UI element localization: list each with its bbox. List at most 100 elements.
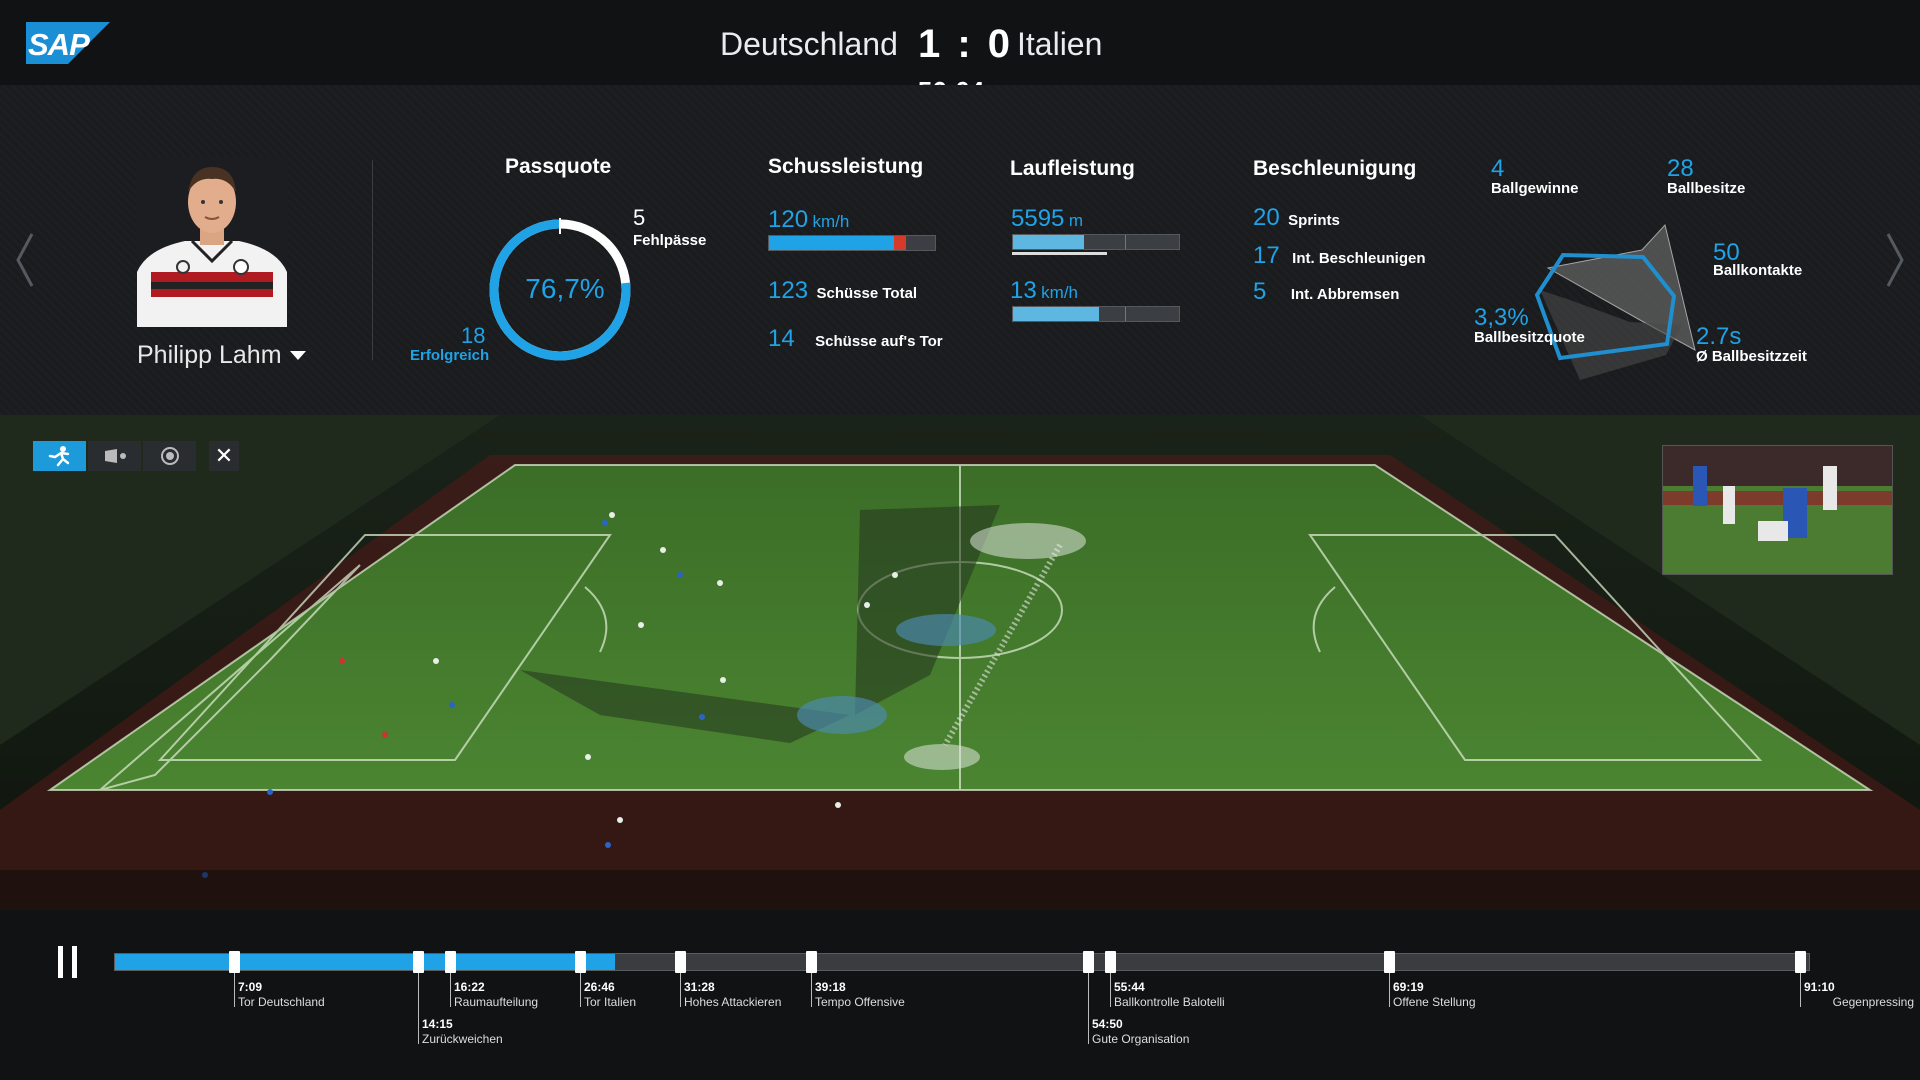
timeline-event-time: 69:19 xyxy=(1393,980,1424,994)
shots-total-label: Schüsse Total xyxy=(816,285,918,302)
timeline-event-label: Offene Stellung xyxy=(1393,995,1476,1009)
shot-speed-bar-max xyxy=(894,236,906,250)
accelerations-value: 17 xyxy=(1253,242,1280,269)
shots-total-value: 123 xyxy=(768,277,809,304)
ball-contacts-label: Ballkontakte xyxy=(1713,262,1803,279)
distance-bar xyxy=(1012,234,1180,250)
timeline-event-handle[interactable] xyxy=(1083,951,1094,973)
possession-rate-value: 3,3% xyxy=(1474,304,1529,331)
shot-speed-readout: 120 km/h xyxy=(768,206,849,234)
previous-player-arrow-icon[interactable] xyxy=(14,230,36,290)
shots-total-row: 123 Schüsse Total xyxy=(768,277,917,305)
timeline-event-handle[interactable] xyxy=(413,951,424,973)
camera-thumbnail[interactable] xyxy=(1662,445,1893,575)
distance-value: 5595 xyxy=(1011,205,1065,232)
failed-passes-label: Fehlpässe xyxy=(633,232,707,249)
divider xyxy=(372,160,373,360)
laufleistung-title: Laufleistung xyxy=(1010,157,1135,180)
accelerations-label: Int. Beschleunigen xyxy=(1292,250,1426,267)
timeline-event-time: 31:28 xyxy=(684,980,715,994)
run-speed-unit: km/h xyxy=(1041,283,1078,302)
timeline-event-handle[interactable] xyxy=(229,951,240,973)
timeline-event-handle[interactable] xyxy=(1105,951,1116,973)
target-view-tab[interactable] xyxy=(143,441,196,471)
distance-readout: 5595 m xyxy=(1011,205,1083,233)
shots-on-goal-row: 14 Schüsse auf's Tor xyxy=(768,325,943,353)
decelerations-row: 5 Int. Abbremsen xyxy=(1253,278,1399,306)
run-speed-readout: 13 km/h xyxy=(1010,277,1078,305)
app: SAP Deutschland 1 : 0 Italien 56:04 xyxy=(0,0,1920,1080)
player-photo xyxy=(137,157,287,327)
pause-icon xyxy=(58,946,63,978)
view-mode-tabs xyxy=(33,441,196,471)
shot-speed-bar-fill xyxy=(769,236,894,250)
distance-unit: m xyxy=(1068,211,1084,230)
possession-rate-label: Ballbesitzquote xyxy=(1474,329,1585,346)
distance-bar-fill xyxy=(1013,235,1084,249)
sprints-row: 20 Sprints xyxy=(1253,204,1340,232)
timeline-progress xyxy=(115,954,615,970)
timeline-event-label: Gegenpressing xyxy=(1832,995,1914,1009)
player-name-selector[interactable]: Philipp Lahm xyxy=(137,341,282,370)
avg-possession-time-value: 2.7s xyxy=(1696,323,1742,350)
away-team-name: Italien xyxy=(1017,26,1103,62)
sap-logo-text: SAP xyxy=(28,27,90,62)
shot-speed-bar xyxy=(768,235,936,251)
timeline-event-handle[interactable] xyxy=(1795,951,1806,973)
successful-passes-label: Erfolgreich xyxy=(410,347,490,364)
timeline-event-label: Tor Italien xyxy=(584,995,637,1009)
possessions-label: Ballbesitze xyxy=(1667,180,1746,197)
shots-on-goal-label: Schüsse auf's Tor xyxy=(815,333,943,350)
ball-recoveries-value: 4 xyxy=(1491,155,1505,182)
failed-passes-count: 5 xyxy=(633,205,646,230)
passquote-title: Passquote xyxy=(505,155,612,178)
timeline-event-handle[interactable] xyxy=(575,951,586,973)
timeline-event-label: Gute Organisation xyxy=(1092,1032,1190,1046)
camera-icon xyxy=(104,449,126,463)
run-speed-value: 13 xyxy=(1010,277,1037,304)
timeline-event-label: Ballkontrolle Balotelli xyxy=(1114,995,1225,1009)
player-view-tab[interactable] xyxy=(33,441,86,471)
timeline-event-label: Tor Deutschland xyxy=(238,995,325,1009)
home-team-name: Deutschland xyxy=(720,26,898,62)
pitch-video-view[interactable]: ✕ xyxy=(0,415,1920,910)
sprints-label: Sprints xyxy=(1288,212,1340,229)
match-timeline: 7:09 Tor Deutschland 14:15 Zurückweichen 16:… xyxy=(0,910,1920,1080)
next-player-arrow-icon[interactable] xyxy=(1884,230,1906,290)
shot-speed-value: 120 xyxy=(768,206,809,233)
pause-button[interactable] xyxy=(58,946,80,978)
ball-recoveries-label: Ballgewinne xyxy=(1491,180,1579,197)
match-score: 1 : 0 xyxy=(918,22,1014,66)
player-stats-panel: Philipp Lahm Passquote 76,7% 5 Fehlpässe… xyxy=(0,85,1920,415)
timeline-event-time: 16:22 xyxy=(454,980,485,994)
avg-possession-time-label: Ø Ballbesitzzeit xyxy=(1696,348,1807,365)
timeline-event-handle[interactable] xyxy=(806,951,817,973)
camera-view-tab[interactable] xyxy=(88,441,141,471)
sap-logo: SAP xyxy=(26,22,110,64)
decelerations-label: Int. Abbremsen xyxy=(1290,286,1400,303)
timeline-event-time: 55:44 xyxy=(1114,980,1145,994)
close-button[interactable]: ✕ xyxy=(209,441,239,471)
timeline-event-time: 39:18 xyxy=(815,980,846,994)
passquote-percent: 76,7% xyxy=(525,273,605,304)
timeline-event-label: Hohes Attackieren xyxy=(684,995,782,1009)
sprints-value: 20 xyxy=(1253,204,1280,231)
timeline-event-time: 54:50 xyxy=(1092,1017,1123,1031)
timeline-scrubber[interactable] xyxy=(114,953,1810,971)
chevron-down-icon[interactable] xyxy=(290,351,306,360)
timeline-event-time: 14:15 xyxy=(422,1017,453,1031)
timeline-event-label: Raumaufteilung xyxy=(454,995,539,1009)
run-speed-bar-fill xyxy=(1013,307,1099,321)
shots-on-goal-value: 14 xyxy=(768,325,795,352)
run-speed-bar xyxy=(1012,306,1180,322)
timeline-event-time: 26:46 xyxy=(584,980,615,994)
timeline-event-handle[interactable] xyxy=(1384,951,1395,973)
shot-speed-unit: km/h xyxy=(812,212,850,231)
timeline-event-handle[interactable] xyxy=(445,951,456,973)
target-icon xyxy=(160,447,179,465)
timeline-event-handle[interactable] xyxy=(675,951,686,973)
timeline-event-label: Zurückweichen xyxy=(422,1032,503,1046)
possessions-value: 28 xyxy=(1667,155,1694,182)
decelerations-value: 5 xyxy=(1253,278,1267,305)
beschleunigung-title: Beschleunigung xyxy=(1253,157,1417,180)
